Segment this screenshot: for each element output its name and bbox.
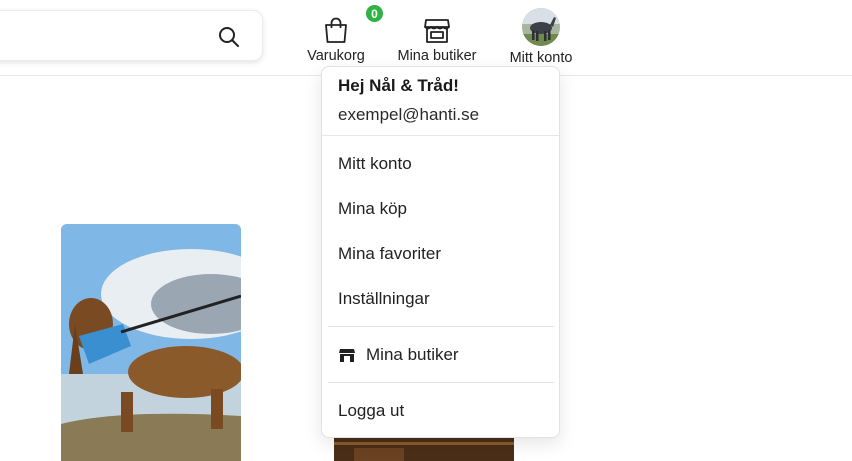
menu-item-logout[interactable]: Logga ut	[322, 394, 559, 428]
account-dropdown-header: Hej Nål & Tråd! exempel@hanti.se	[322, 67, 559, 136]
my-account-label: Mitt konto	[509, 50, 573, 66]
menu-item-my-account[interactable]: Mitt konto	[322, 147, 559, 181]
search-icon[interactable]	[215, 23, 243, 51]
menu-divider	[328, 382, 554, 383]
cart-button[interactable]: 0 Varukorg	[302, 3, 385, 64]
cart-count-badge: 0	[364, 3, 385, 24]
menu-item-my-favorites[interactable]: Mina favoriter	[322, 237, 559, 271]
my-account-button[interactable]: Mitt konto	[502, 8, 580, 66]
storefront-icon	[422, 8, 452, 44]
header: 0 Varukorg Mina butiker Mitt konto	[0, 0, 852, 76]
menu-item-my-purchases[interactable]: Mina köp	[322, 192, 559, 226]
avatar	[522, 8, 560, 46]
user-greeting: Hej Nål & Tråd!	[338, 76, 459, 95]
menu-item-my-shops-label: Mina butiker	[366, 345, 459, 364]
product-image-dog[interactable]	[61, 224, 241, 461]
product-image-2[interactable]	[334, 438, 514, 461]
shopping-bag-icon: 0	[321, 3, 385, 44]
account-dropdown-menu: Hej Nål & Tråd! exempel@hanti.se Mitt ko…	[321, 66, 560, 438]
user-email: exempel@hanti.se	[338, 105, 480, 124]
my-shops-button[interactable]: Mina butiker	[390, 8, 484, 64]
search-box	[0, 10, 263, 61]
my-shops-label: Mina butiker	[397, 48, 477, 64]
menu-item-settings[interactable]: Inställningar	[322, 282, 559, 316]
menu-item-my-shops[interactable]: Mina butiker	[322, 338, 559, 372]
storefront-icon	[338, 346, 356, 364]
cart-label: Varukorg	[307, 48, 365, 64]
search-input[interactable]	[5, 23, 205, 49]
menu-divider	[328, 326, 554, 327]
